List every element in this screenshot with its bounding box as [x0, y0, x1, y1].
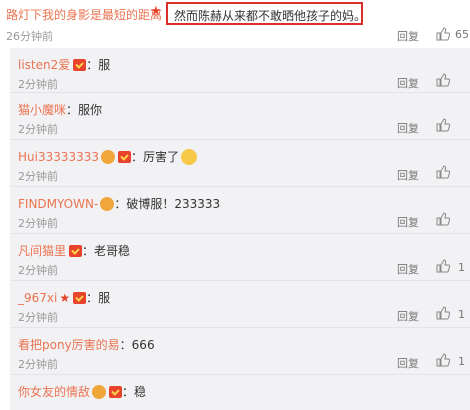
- thumbs-up-icon[interactable]: [436, 353, 450, 367]
- thumbs-up-icon[interactable]: [436, 118, 450, 132]
- vip-badge-icon: [109, 386, 123, 398]
- reply-text: ：老哥稳: [82, 244, 131, 258]
- reply-text: ：厉害了: [131, 150, 180, 164]
- list-item: _967xi ★ ：服 2分钟前 回复 1: [10, 280, 470, 329]
- vip-badge-icon: [73, 292, 87, 304]
- reply-username[interactable]: 猫小魔咪: [18, 103, 66, 117]
- thumbs-up-icon[interactable]: [436, 306, 450, 320]
- face-emoji-icon: [101, 150, 116, 164]
- reply-username[interactable]: 看把pony厉害的易: [18, 338, 120, 352]
- reply-username[interactable]: _967xi: [18, 291, 57, 305]
- reply-button[interactable]: 回复: [397, 261, 419, 277]
- list-item: FINDMYOWN- ：破博服！233333 2分钟前 回复: [10, 186, 470, 235]
- reply-text: ：666: [119, 338, 155, 352]
- reply-text: ：破博服！233333: [114, 197, 221, 211]
- top-comment-time: 26分钟前: [6, 30, 53, 43]
- reply-username[interactable]: FINDMYOWN-: [18, 197, 98, 211]
- vip-badge-icon: [118, 151, 132, 163]
- reply-button[interactable]: 回复: [397, 355, 419, 371]
- reply-username[interactable]: 凡间猫里: [18, 244, 66, 258]
- reply-time: 2分钟前: [18, 311, 58, 324]
- face-emoji-icon: [100, 197, 115, 211]
- top-comment: 路灯下我的身影是最短的距离 ★ 然而陈赫从来都不敢晒他孩子的妈。 26分钟前 回…: [0, 0, 470, 48]
- reply-text: ：稳: [122, 385, 147, 399]
- reply-button[interactable]: 回复: [397, 75, 419, 91]
- list-item: 凡间猫里 ：老哥稳 2分钟前 回复 1: [10, 233, 470, 282]
- reply-username[interactable]: listen2爱: [18, 58, 70, 72]
- reply-text: ：服你: [66, 103, 103, 117]
- reply-time: 2分钟前: [18, 78, 58, 91]
- top-comment-username[interactable]: 路灯下我的身影是最短的距离: [6, 6, 162, 23]
- reply-text: ：服: [86, 58, 111, 72]
- list-item: Hui33333333 ：厉害了 2分钟前 回复: [10, 139, 470, 188]
- reply-time: 2分钟前: [18, 170, 58, 183]
- divider: [10, 139, 470, 140]
- reply-button[interactable]: 回复: [397, 28, 419, 44]
- reply-time: 2分钟前: [18, 123, 58, 136]
- star-icon: ★: [59, 291, 71, 305]
- reply-button[interactable]: 回复: [397, 214, 419, 230]
- divider: [10, 327, 470, 328]
- divider: [10, 233, 470, 234]
- vip-badge-icon: [69, 245, 83, 257]
- thumbs-up-icon[interactable]: [436, 212, 450, 226]
- list-item: 看把pony厉害的易：666 2分钟前 回复 1: [10, 327, 470, 376]
- highlighted-comment-text: 然而陈赫从来都不敢晒他孩子的妈。: [166, 2, 363, 25]
- divider: [10, 186, 470, 187]
- thumbs-up-icon[interactable]: [436, 73, 450, 87]
- list-item: 你女友的情敌 ：稳: [10, 374, 470, 410]
- reply-time: 2分钟前: [18, 217, 58, 230]
- star-icon: ★: [150, 4, 162, 19]
- divider: [10, 374, 470, 375]
- reply-username[interactable]: Hui33333333: [18, 150, 99, 164]
- reply-button[interactable]: 回复: [397, 167, 419, 183]
- reply-time: 2分钟前: [18, 264, 58, 277]
- like-count: 1: [458, 261, 465, 274]
- thumbs-up-icon[interactable]: [436, 27, 450, 41]
- divider: [10, 92, 470, 93]
- grin-emoji-icon: [181, 149, 198, 165]
- vip-badge-icon: [73, 59, 87, 71]
- like-count: 1: [458, 308, 465, 321]
- reply-time: 2分钟前: [18, 358, 58, 371]
- reply-button[interactable]: 回复: [397, 308, 419, 324]
- list-item: listen2爱 ：服 2分钟前 回复: [10, 48, 470, 96]
- like-count: 65: [455, 28, 469, 41]
- face-emoji-icon: [92, 385, 107, 399]
- like-count: 1: [458, 355, 465, 368]
- reply-button[interactable]: 回复: [397, 120, 419, 136]
- thumbs-up-icon[interactable]: [436, 259, 450, 273]
- reply-username[interactable]: 你女友的情敌: [18, 385, 90, 399]
- reply-text: ：服: [86, 291, 111, 305]
- reply-list: listen2爱 ：服 2分钟前 回复 猫小魔咪：服你 2分钟前 回复 Hui33…: [10, 48, 470, 410]
- thumbs-up-icon[interactable]: [436, 165, 450, 179]
- divider: [10, 280, 470, 281]
- list-item: 猫小魔咪：服你 2分钟前 回复: [10, 92, 470, 141]
